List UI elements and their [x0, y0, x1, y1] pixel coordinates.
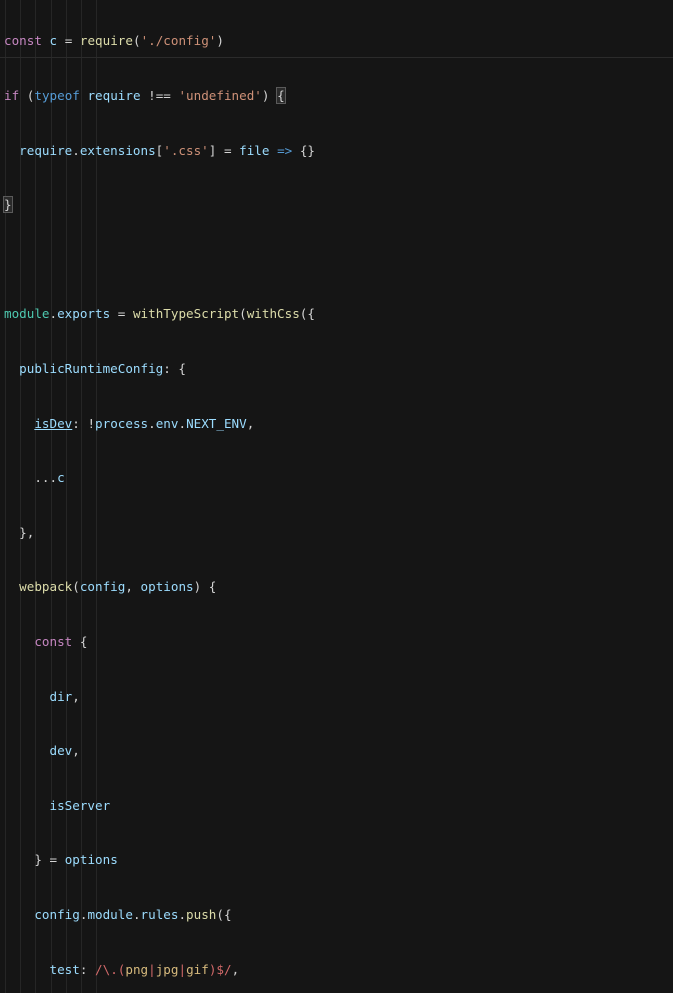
code-line[interactable]: publicRuntimeConfig: { [0, 360, 673, 378]
code-line[interactable]: webpack(config, options) { [0, 578, 673, 596]
code-content[interactable]: const c = require('./config') if (typeof… [0, 0, 673, 993]
code-line[interactable]: config.module.rules.push({ [0, 906, 673, 924]
code-line[interactable]: } = options [0, 851, 673, 869]
code-line[interactable]: if (typeof require !== 'undefined') { [0, 87, 673, 105]
code-line[interactable]: isDev: !process.env.NEXT_ENV, [0, 415, 673, 433]
code-line[interactable]: dir, [0, 688, 673, 706]
code-line[interactable]: test: /\.(png|jpg|gif)$/, [0, 961, 673, 979]
code-line[interactable]: const { [0, 633, 673, 651]
code-line[interactable]: isServer [0, 797, 673, 815]
code-line[interactable]: require.extensions['.css'] = file => {} [0, 142, 673, 160]
code-line[interactable]: dev, [0, 742, 673, 760]
code-line[interactable]: module.exports = withTypeScript(withCss(… [0, 305, 673, 323]
code-editor[interactable]: const c = require('./config') if (typeof… [0, 0, 673, 993]
code-line[interactable]: const c = require('./config') [0, 32, 673, 50]
code-line[interactable]: }, [0, 524, 673, 542]
code-line[interactable]: } [0, 196, 673, 214]
code-line[interactable]: ...c [0, 469, 673, 487]
code-line[interactable] [0, 251, 673, 269]
